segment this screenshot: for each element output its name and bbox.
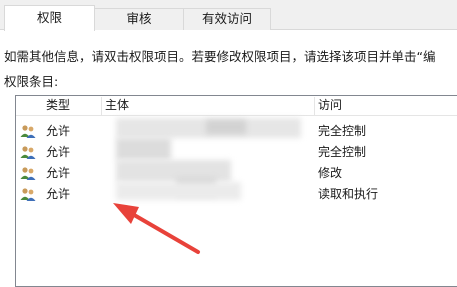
column-header-principal[interactable]: 主体 [105, 96, 129, 116]
row-access: 读取和执行 [318, 187, 379, 201]
row-access: 完全控制 [318, 124, 367, 138]
permission-entries-label: 权限条目: [4, 74, 59, 89]
row-type: 允许 [46, 166, 71, 180]
user-group-icon [20, 188, 36, 201]
column-header-access[interactable]: 访问 [318, 96, 342, 116]
column-header-type[interactable]: 类型 [46, 96, 70, 116]
tab-auditing[interactable]: 审核 [94, 8, 184, 30]
row-type: 允许 [46, 124, 71, 138]
table-row[interactable]: 允许 修改 [16, 163, 457, 183]
user-group-icon [20, 146, 36, 159]
row-type: 允许 [46, 145, 71, 159]
tab-bar: 权限 审核 有效访问 [0, 0, 457, 31]
tab-permissions[interactable]: 权限 [4, 5, 95, 31]
tab-auditing-label: 审核 [126, 11, 152, 26]
row-access: 完全控制 [318, 145, 367, 159]
tab-effective-access-label: 有效访问 [201, 11, 252, 26]
table-row[interactable]: 允许 完全控制 [16, 142, 457, 162]
user-group-icon [20, 125, 36, 138]
permission-entries-list[interactable]: 类型 主体 访问 允许 完全控制 允许 完全控制 允许 修改 允许 读取和执行 [15, 95, 457, 287]
tab-effective-access[interactable]: 有效访问 [183, 8, 271, 30]
row-type: 允许 [46, 187, 71, 201]
list-header: 类型 主体 访问 [16, 96, 457, 116]
tab-permissions-label: 权限 [36, 10, 62, 25]
user-group-icon [20, 167, 36, 180]
info-text: 如需其他信息，请双击权限项目。若要修改权限项目，请选择该项目并单击“编 [4, 49, 436, 64]
row-access: 修改 [318, 166, 343, 180]
